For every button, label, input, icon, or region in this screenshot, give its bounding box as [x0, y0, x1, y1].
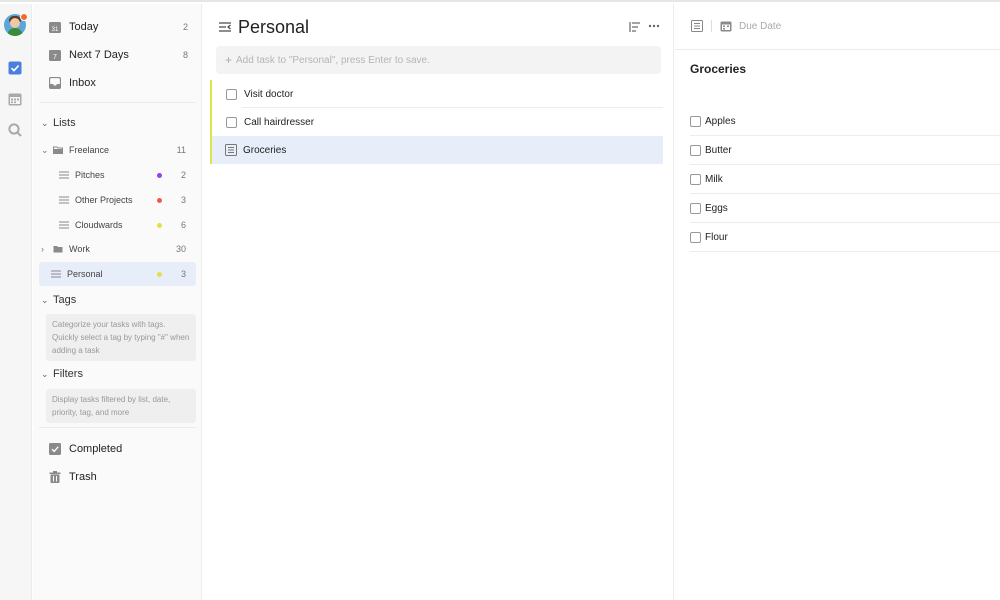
plus-icon: + [225, 53, 233, 67]
search-icon[interactable] [8, 123, 22, 137]
sidebar-item-completed[interactable]: Completed [39, 436, 196, 461]
more-options-icon[interactable] [648, 20, 660, 32]
sidebar-divider [39, 102, 196, 103]
filters-section-header[interactable]: ⌄ Filters [39, 364, 196, 384]
tags-section-header[interactable]: ⌄ Tags [39, 290, 196, 310]
calendar-icon[interactable] [8, 92, 22, 106]
calendar-icon[interactable] [720, 20, 732, 32]
sidebar-item-trash[interactable]: Trash [39, 464, 196, 489]
page-title: Personal [238, 17, 310, 37]
color-dot [157, 172, 162, 178]
svg-text:31: 31 [52, 27, 59, 33]
calendar-week-icon: 7 [49, 49, 61, 61]
checklist-item[interactable]: Flour [690, 223, 1000, 252]
tags-hint: Categorize your tasks with tags. Quickly… [46, 314, 196, 361]
list-icon [59, 196, 69, 204]
sidebar-item-work[interactable]: › Work 30 [39, 237, 196, 261]
checklist-item[interactable]: Apples [690, 107, 1000, 136]
detail-toolbar: Due Date [675, 4, 1000, 50]
sidebar-item-cloudwards[interactable]: Cloudwards 6 [39, 213, 196, 237]
task-row[interactable]: Visit doctor [210, 80, 663, 108]
calendar-today-icon: 31 [49, 21, 61, 33]
checklist-checkbox[interactable] [690, 144, 701, 156]
toolbar-divider [711, 20, 712, 32]
sort-icon[interactable] [629, 21, 641, 33]
checklist-checkbox[interactable] [690, 231, 701, 243]
sidebar-item-other-projects[interactable]: Other Projects 3 [39, 188, 196, 212]
task-row[interactable]: Call hairdresser [210, 108, 663, 136]
color-dot [157, 197, 162, 203]
detail-title[interactable]: Groceries [690, 62, 746, 76]
inbox-icon [49, 76, 61, 89]
chevron-down-icon: ⌄ [41, 368, 49, 379]
sidebar-item-today[interactable]: 31 Today 2 [39, 14, 196, 39]
task-detail-pane: Due Date Groceries Apples Butter Milk Eg… [675, 4, 1000, 600]
sidebar-item-personal[interactable]: Personal 3 [39, 262, 196, 286]
checklist-note-icon[interactable] [225, 144, 237, 156]
chevron-down-icon: ⌄ [41, 294, 49, 305]
filters-hint: Display tasks filtered by list, date, pr… [46, 389, 196, 423]
list-icon [59, 221, 69, 229]
svg-text:7: 7 [53, 54, 57, 61]
task-checkbox[interactable] [226, 88, 237, 100]
due-date-button[interactable]: Due Date [739, 21, 781, 32]
folder-icon [53, 146, 63, 154]
task-row-selected[interactable]: Groceries [210, 136, 663, 164]
completed-check-icon [49, 442, 61, 455]
color-dot [157, 222, 162, 228]
sidebar-item-next-7-days[interactable]: 7 Next 7 Days 8 [39, 42, 196, 67]
task-checkbox[interactable] [226, 116, 237, 128]
sidebar-item-freelance[interactable]: ⌄ Freelance 11 [39, 138, 196, 162]
collapse-menu-icon[interactable] [218, 20, 232, 34]
sidebar: 31 Today 2 7 Next 7 Days 8 Inbox ⌄ Lists [33, 4, 202, 600]
checklist-item[interactable]: Milk [690, 165, 1000, 194]
checklist-checkbox[interactable] [690, 202, 701, 214]
folder-icon [53, 246, 63, 253]
app-window: 31 Today 2 7 Next 7 Days 8 Inbox ⌄ Lists [0, 0, 1000, 600]
chevron-down-icon: ⌄ [41, 144, 49, 155]
list-icon [51, 270, 61, 278]
checklist-checkbox[interactable] [690, 173, 701, 185]
sidebar-item-inbox[interactable]: Inbox [39, 70, 196, 95]
checklist-checkbox[interactable] [690, 115, 701, 127]
tasks-checkbox-icon[interactable] [8, 61, 22, 75]
chevron-right-icon: › [41, 244, 44, 254]
sidebar-divider [39, 427, 196, 428]
color-dot [157, 271, 162, 277]
chevron-down-icon: ⌄ [41, 117, 49, 128]
task-list-pane: Personal + Visit doctor Call hairdresser [203, 4, 674, 600]
checklist-item[interactable]: Eggs [690, 194, 1000, 223]
checklist-item[interactable]: Butter [690, 136, 1000, 165]
notification-badge [20, 13, 28, 21]
sidebar-item-pitches[interactable]: Pitches 2 [39, 163, 196, 187]
add-task-field[interactable]: + [216, 46, 661, 74]
trash-icon [49, 470, 61, 483]
list-icon [59, 171, 69, 179]
lists-section-header[interactable]: ⌄ Lists [39, 113, 196, 133]
icon-rail [0, 4, 32, 600]
checklist-note-icon[interactable] [691, 20, 703, 32]
add-task-input[interactable] [236, 54, 637, 66]
